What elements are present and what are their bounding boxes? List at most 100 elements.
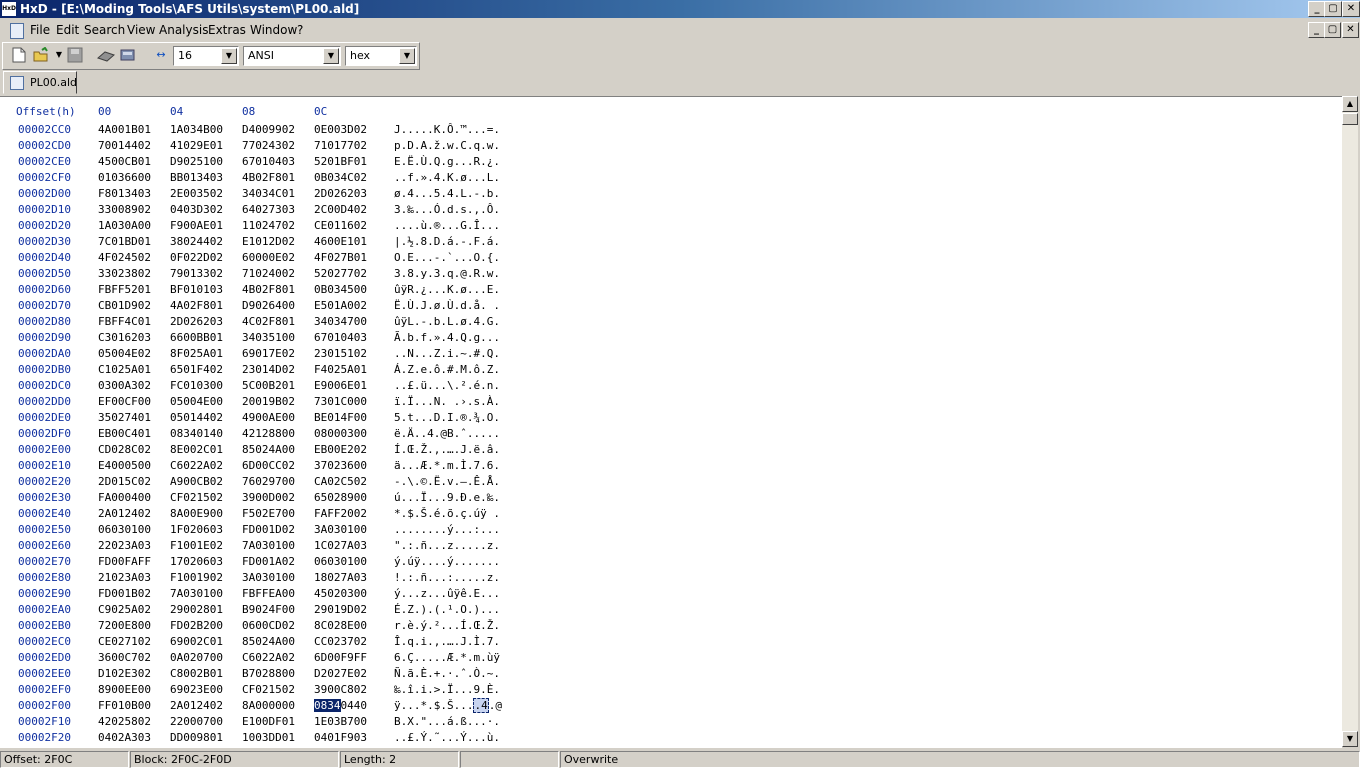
text-column[interactable]: ..£.Ý.˜...Ý...ù. bbox=[394, 731, 500, 744]
menu-help[interactable]: ? bbox=[297, 23, 303, 37]
hex-group[interactable]: 5201BF01 bbox=[314, 155, 367, 168]
hex-group[interactable]: 85024A00 bbox=[242, 443, 295, 456]
hex-group[interactable]: CE027102 bbox=[98, 635, 151, 648]
hex-group[interactable]: EF00CF00 bbox=[98, 395, 151, 408]
selected-text[interactable]: .4 bbox=[473, 698, 489, 713]
hex-group[interactable]: CB01D902 bbox=[98, 299, 151, 312]
new-file-icon[interactable] bbox=[11, 47, 27, 63]
hex-group[interactable]: FF010B00 bbox=[98, 699, 151, 712]
hex-group[interactable]: D9026400 bbox=[242, 299, 295, 312]
hex-group[interactable]: FAFF2002 bbox=[314, 507, 367, 520]
hex-group[interactable]: 4A02F801 bbox=[170, 299, 223, 312]
hex-group[interactable]: 05004E00 bbox=[170, 395, 223, 408]
hex-group-rest[interactable]: 0440 bbox=[341, 699, 368, 712]
hex-group[interactable]: F4025A01 bbox=[314, 363, 367, 376]
hex-group[interactable]: EB00C401 bbox=[98, 427, 151, 440]
hex-group[interactable]: 6501F402 bbox=[170, 363, 223, 376]
hex-group[interactable]: 71024002 bbox=[242, 267, 295, 280]
hex-group[interactable]: B7028800 bbox=[242, 667, 295, 680]
hex-group[interactable]: 79013302 bbox=[170, 267, 223, 280]
hex-group[interactable]: 71017702 bbox=[314, 139, 367, 152]
hex-group[interactable]: D9025100 bbox=[170, 155, 223, 168]
hex-group[interactable]: 4900AE00 bbox=[242, 411, 295, 424]
hex-group[interactable]: 6D00F9FF bbox=[314, 651, 367, 664]
hex-group[interactable]: 05014402 bbox=[170, 411, 223, 424]
text-column[interactable]: É.Z.).(.¹.O.)... bbox=[394, 603, 500, 616]
hex-group[interactable]: 4B02F801 bbox=[242, 171, 295, 184]
text-after-selection[interactable]: .@ bbox=[489, 699, 502, 712]
text-column[interactable]: B.X."...á.ß...·. bbox=[394, 715, 500, 728]
hex-group[interactable]: 3900D002 bbox=[242, 491, 295, 504]
text-column[interactable]: ø.4...5.4.L.-.b. bbox=[394, 187, 500, 200]
hex-group[interactable]: A900CB02 bbox=[170, 475, 223, 488]
hex-group[interactable]: 4600E101 bbox=[314, 235, 367, 248]
menu-file[interactable]: File bbox=[30, 23, 50, 37]
hex-group[interactable]: 0600CD02 bbox=[242, 619, 295, 632]
mdi-minimize-button[interactable]: _ bbox=[1308, 22, 1325, 38]
hex-group[interactable]: C3016203 bbox=[98, 331, 151, 344]
chevron-down-icon[interactable]: ▼ bbox=[221, 48, 237, 64]
text-column[interactable]: ï.Ï...N. .›.s.À. bbox=[394, 395, 500, 408]
hex-group[interactable]: FD02B200 bbox=[170, 619, 223, 632]
hex-group[interactable]: E100DF01 bbox=[242, 715, 295, 728]
maximize-button[interactable]: ▢ bbox=[1324, 1, 1342, 17]
hex-group[interactable]: 1E03B700 bbox=[314, 715, 367, 728]
chevron-down-icon[interactable]: ▼ bbox=[323, 48, 339, 64]
text-column[interactable]: 5.t...D.I.®.¾.O. bbox=[394, 411, 500, 424]
text-column[interactable]: Ë.Ù.J.ø.Ù.d.å. . bbox=[394, 299, 500, 312]
hex-group[interactable]: CC023702 bbox=[314, 635, 367, 648]
hex-group[interactable]: 0B034500 bbox=[314, 283, 367, 296]
charset-select[interactable]: ANSI ▼ bbox=[243, 46, 341, 66]
hex-group[interactable]: CF021502 bbox=[242, 683, 295, 696]
hex-group[interactable]: 4F024502 bbox=[98, 251, 151, 264]
text-column[interactable]: ú...Ï...9.Ð.e.‰. bbox=[394, 491, 500, 504]
hex-group[interactable]: 0E003D02 bbox=[314, 123, 367, 136]
hex-group[interactable]: 2A012402 bbox=[98, 507, 151, 520]
hex-group[interactable]: CE011602 bbox=[314, 219, 367, 232]
hex-group[interactable]: 08340140 bbox=[170, 427, 223, 440]
hex-group[interactable]: F8013403 bbox=[98, 187, 151, 200]
hex-group[interactable]: 7A030100 bbox=[242, 539, 295, 552]
hex-group[interactable]: 8F025A01 bbox=[170, 347, 223, 360]
text-column[interactable]: Ã.b.f.».4.Q.g... bbox=[394, 331, 500, 344]
menu-analysis[interactable]: Analysis bbox=[159, 23, 208, 37]
hex-group[interactable]: 7C01BD01 bbox=[98, 235, 151, 248]
hex-group[interactable]: 3A030100 bbox=[242, 571, 295, 584]
text-column[interactable]: p.D.A.ž.w.C.q.w. bbox=[394, 139, 500, 152]
text-column[interactable]: Ñ.ã.È.+.·.ˆ.Ò.~. bbox=[394, 667, 500, 680]
hex-group[interactable]: 08340440 bbox=[314, 699, 367, 712]
hex-group[interactable]: 8A000000 bbox=[242, 699, 295, 712]
mdi-close-button[interactable]: ✕ bbox=[1342, 22, 1359, 38]
hex-group[interactable]: 45020300 bbox=[314, 587, 367, 600]
hex-group[interactable]: D2027E02 bbox=[314, 667, 367, 680]
hex-group[interactable]: 8900EE00 bbox=[98, 683, 151, 696]
hex-group[interactable]: 6D00CC02 bbox=[242, 459, 295, 472]
text-column[interactable]: ".:.ñ...z.....z. bbox=[394, 539, 500, 552]
mdi-restore-button[interactable]: ▢ bbox=[1324, 22, 1341, 38]
hex-group[interactable]: 69023E00 bbox=[170, 683, 223, 696]
hex-group[interactable]: C8002B01 bbox=[170, 667, 223, 680]
hex-group[interactable]: C6022A02 bbox=[170, 459, 223, 472]
hex-group[interactable]: 2D015C02 bbox=[98, 475, 151, 488]
text-column[interactable]: ........ý...:... bbox=[394, 523, 500, 536]
hxd-app-icon[interactable]: HxD bbox=[2, 2, 16, 16]
text-column[interactable]: Î.q.i.,.….J.Ì.7. bbox=[394, 635, 500, 648]
hex-group[interactable]: 64027303 bbox=[242, 203, 295, 216]
text-column[interactable]: ÿ...*.$.Š....4.@ bbox=[394, 698, 502, 713]
menu-search[interactable]: Search bbox=[84, 23, 125, 37]
hex-group[interactable]: BF010103 bbox=[170, 283, 223, 296]
hex-group[interactable]: 42025802 bbox=[98, 715, 151, 728]
hex-group[interactable]: F502E700 bbox=[242, 507, 295, 520]
open-file-icon[interactable] bbox=[33, 46, 49, 63]
hex-group[interactable]: 05004E02 bbox=[98, 347, 151, 360]
text-column[interactable]: J.....K.Ô.™...=. bbox=[394, 123, 500, 136]
text-column[interactable]: !.:.ñ...:.....z. bbox=[394, 571, 500, 584]
hex-group[interactable]: 0300A302 bbox=[98, 379, 151, 392]
hex-group[interactable]: 52027702 bbox=[314, 267, 367, 280]
hex-group[interactable]: 67010403 bbox=[242, 155, 295, 168]
hex-group[interactable]: 69017E02 bbox=[242, 347, 295, 360]
hex-group[interactable]: BE014F00 bbox=[314, 411, 367, 424]
hex-group[interactable]: 60000E02 bbox=[242, 251, 295, 264]
hex-group[interactable]: CF021502 bbox=[170, 491, 223, 504]
hex-group[interactable]: FBFF5201 bbox=[98, 283, 151, 296]
